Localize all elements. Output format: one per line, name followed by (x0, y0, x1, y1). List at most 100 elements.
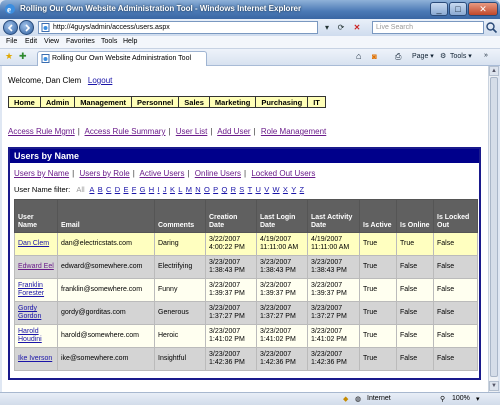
filter-letter-i[interactable]: I (158, 185, 160, 194)
filter-letter-k[interactable]: K (170, 185, 175, 194)
filter-letter-d[interactable]: D (115, 185, 120, 194)
menu-sales[interactable]: Sales (179, 97, 210, 107)
close-button[interactable]: ✕ (468, 2, 498, 16)
status-bar: ◆ ◍ Internet ⚲ 100% ▾ (0, 392, 500, 405)
overflow-chevron-icon[interactable]: » (484, 52, 488, 59)
filter-letter-x[interactable]: X (283, 185, 288, 194)
col-is-locked-out: Is Locked Out (433, 199, 478, 233)
filter-users-by-name[interactable]: Users by Name (14, 169, 69, 178)
page-menu-button[interactable]: Page ▾ (412, 52, 434, 60)
menu-file[interactable]: File (6, 38, 17, 45)
stop-icon[interactable]: ✕ (350, 21, 364, 34)
filter-letter-n[interactable]: N (195, 185, 200, 194)
filter-letter-m[interactable]: M (186, 185, 192, 194)
home-icon[interactable]: ⌂ (356, 51, 361, 61)
address-toolbar: http://4guys/admin/access/users.aspx ▾ ⟳… (0, 19, 500, 36)
zoom-magnifier-icon: ⚲ (440, 396, 446, 403)
add-favorite-icon[interactable]: ✚ (19, 51, 27, 62)
menu-favorites[interactable]: Favorites (66, 38, 95, 45)
favorites-star-icon[interactable]: ★ (5, 51, 13, 62)
vertical-scrollbar[interactable]: ▲ ▼ (488, 66, 499, 392)
user-name-link[interactable]: Dan Clem (18, 240, 49, 247)
access-rule-summary-link[interactable]: Access Rule Summary (85, 127, 166, 136)
maximize-button[interactable]: □ (449, 2, 467, 16)
tools-menu-button[interactable]: Tools ▾ (450, 52, 472, 60)
forward-button[interactable] (19, 20, 34, 35)
filter-letter-j[interactable]: J (163, 185, 167, 194)
filter-label: User Name filter: (14, 185, 71, 194)
print-icon[interactable]: ⎙ (395, 52, 401, 62)
filter-active-users[interactable]: Active Users (140, 169, 185, 178)
user-name-link[interactable]: Gordy Gordon (18, 305, 41, 320)
cell-creation-date: 3/23/2007 1:38:43 PM (205, 255, 257, 279)
menu-edit[interactable]: Edit (25, 38, 37, 45)
menu-help[interactable]: Help (123, 38, 137, 45)
back-button[interactable] (3, 20, 18, 35)
cell-creation-date: 3/23/2007 1:41:02 PM (205, 324, 257, 348)
menu-tools[interactable]: Tools (101, 38, 117, 45)
panel-title: Users by Name (10, 149, 479, 163)
menu-marketing[interactable]: Marketing (210, 97, 257, 107)
access-rule-mgmt-link[interactable]: Access Rule Mgmt (8, 127, 75, 136)
user-name-link[interactable]: Edward Eel (18, 263, 54, 270)
user-list-link[interactable]: User List (176, 127, 208, 136)
menu-home[interactable]: Home (9, 97, 41, 107)
filter-letter-e[interactable]: E (123, 185, 128, 194)
menu-personnel[interactable]: Personnel (132, 97, 180, 107)
filter-users-by-role[interactable]: Users by Role (79, 169, 129, 178)
filter-letter-g[interactable]: G (140, 185, 146, 194)
role-management-link[interactable]: Role Management (261, 127, 326, 136)
scroll-up-icon[interactable]: ▲ (489, 66, 499, 76)
tab-admin-tool[interactable]: Rolling Our Own Website Administration T… (37, 51, 207, 66)
cell-is-online: False (396, 324, 434, 348)
page-viewport: Welcome, Dan Clem Logout Home Admin Mana… (2, 66, 488, 392)
filter-letter-y[interactable]: Y (291, 185, 296, 194)
filter-locked-out-users[interactable]: Locked Out Users (251, 169, 315, 178)
filter-letter-a[interactable]: A (89, 185, 94, 194)
address-input[interactable]: http://4guys/admin/access/users.aspx (38, 21, 318, 34)
user-name-link[interactable]: Franklin Forester (18, 282, 44, 297)
filter-letter-q[interactable]: Q (221, 185, 227, 194)
filter-letter-c[interactable]: C (106, 185, 111, 194)
filter-letter-l[interactable]: L (178, 185, 182, 194)
table-row: Franklin Forester franklin@somewhere.com F… (14, 278, 478, 302)
feeds-icon[interactable]: ◙ (372, 52, 377, 61)
cell-email: gordy@gorditas.com (57, 301, 155, 325)
scroll-down-icon[interactable]: ▼ (489, 381, 499, 391)
cell-comments: Insightful (154, 347, 206, 371)
user-name-link[interactable]: Ike Iverson (18, 355, 52, 362)
refresh-icon[interactable]: ⟳ (334, 21, 348, 34)
filter-letter-t[interactable]: T (248, 185, 253, 194)
filter-letter-o[interactable]: O (204, 185, 210, 194)
filter-letter-p[interactable]: P (213, 185, 218, 194)
filter-letter-r[interactable]: R (231, 185, 236, 194)
address-dropdown-icon[interactable]: ▾ (320, 21, 334, 34)
zoom-level[interactable]: 100% (452, 395, 470, 402)
filter-letter-v[interactable]: V (264, 185, 269, 194)
filter-letter-z[interactable]: Z (300, 185, 305, 194)
search-input[interactable]: Live Search (372, 21, 484, 34)
col-user-name: User Name (14, 199, 58, 233)
add-user-link[interactable]: Add User (217, 127, 250, 136)
cell-last-activity-date: 3/23/2007 1:39:37 PM (307, 278, 360, 302)
menu-purchasing[interactable]: Purchasing (256, 97, 309, 107)
welcome-line: Welcome, Dan Clem Logout (8, 76, 112, 85)
filter-online-users[interactable]: Online Users (195, 169, 241, 178)
search-icon[interactable] (485, 21, 498, 34)
menu-admin[interactable]: Admin (41, 97, 76, 107)
cell-is-online: False (396, 255, 434, 279)
scroll-thumb[interactable] (490, 77, 498, 377)
minimize-button[interactable]: _ (430, 2, 448, 16)
filter-letter-w[interactable]: W (273, 185, 280, 194)
filter-letter-s[interactable]: S (239, 185, 244, 194)
menu-view[interactable]: View (44, 38, 59, 45)
zoom-dropdown-icon[interactable]: ▾ (476, 395, 480, 403)
filter-letter-h[interactable]: H (149, 185, 154, 194)
filter-letter-u[interactable]: U (256, 185, 261, 194)
filter-letter-b[interactable]: B (98, 185, 103, 194)
menu-it[interactable]: IT (308, 97, 325, 107)
user-name-link[interactable]: Harold Houdini (18, 328, 42, 343)
filter-letter-f[interactable]: F (132, 185, 137, 194)
logout-link[interactable]: Logout (88, 76, 112, 85)
menu-management[interactable]: Management (75, 97, 133, 107)
